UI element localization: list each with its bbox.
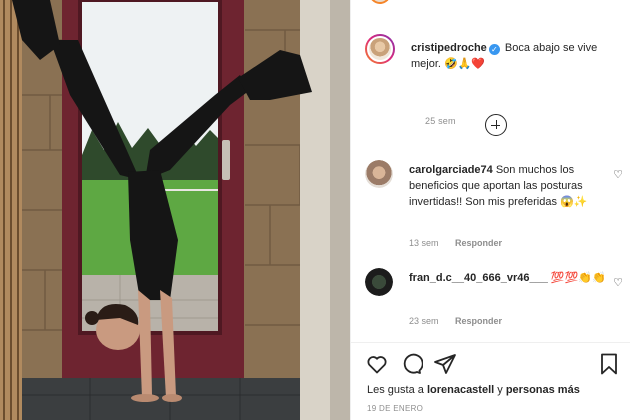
commenter-username[interactable]: fran_d.c__40_666_vr46___	[409, 272, 548, 284]
commenter-avatar[interactable]	[365, 160, 393, 188]
caption-timestamp[interactable]: 25 sem	[425, 116, 456, 126]
likes-user[interactable]: lorenacastell	[427, 384, 494, 396]
comment-like-heart-icon[interactable]: ♡	[613, 276, 623, 289]
commenter-username[interactable]: carolgarciade74	[409, 164, 493, 176]
action-bar	[365, 352, 621, 376]
plus-circle-icon[interactable]	[485, 114, 507, 136]
comment-like-heart-icon[interactable]: ♡	[613, 168, 623, 181]
reply-button[interactable]: Responder	[455, 238, 502, 248]
comment-emojis: 😱✨	[560, 196, 588, 208]
commenter-avatar-image	[365, 268, 393, 296]
comment-icon[interactable]	[399, 352, 424, 376]
header-avatar-fragment[interactable]	[369, 0, 391, 4]
author-avatar[interactable]	[365, 34, 395, 64]
actions-divider	[351, 342, 630, 343]
likes-connector: y	[497, 384, 503, 396]
comment-meta: 23 sem Responder	[409, 316, 502, 326]
commenter-avatar-image	[365, 160, 393, 188]
handstand-photo-illustration	[0, 0, 350, 420]
author-username[interactable]: cristipedroche	[411, 42, 487, 54]
comment-text: carolgarciade74 Son muchos los beneficio…	[409, 162, 609, 210]
bookmark-icon[interactable]	[597, 352, 621, 376]
verified-badge-icon: ✓	[488, 44, 500, 55]
comment-emojis: 💯💯👏👏	[550, 272, 606, 284]
comment-timestamp[interactable]: 13 sem	[409, 238, 439, 248]
author-avatar-image	[367, 36, 393, 62]
comment-text: fran_d.c__40_666_vr46___ 💯💯👏👏	[409, 270, 609, 286]
likes-others[interactable]: personas más	[506, 384, 580, 396]
heart-icon[interactable]	[365, 352, 389, 376]
comment-timestamp[interactable]: 23 sem	[409, 316, 439, 326]
commenter-avatar[interactable]	[365, 268, 393, 296]
likes-summary: Les gusta a lorenacastell y personas más	[367, 384, 580, 396]
caption-text: cristipedroche ✓ Boca abajo se vive mejor…	[411, 40, 625, 72]
post-photo	[0, 0, 350, 420]
reply-button[interactable]: Responder	[455, 316, 502, 326]
post-side-panel: cristipedroche ✓ Boca abajo se vive mejor…	[350, 0, 630, 420]
paper-plane-icon[interactable]	[433, 352, 457, 376]
post-date[interactable]: 19 DE ENERO	[367, 404, 423, 413]
caption-emojis: 🤣🙏❤️	[444, 58, 486, 70]
comment-meta: 13 sem Responder	[409, 238, 502, 248]
likes-prefix: Les gusta a	[367, 384, 424, 396]
